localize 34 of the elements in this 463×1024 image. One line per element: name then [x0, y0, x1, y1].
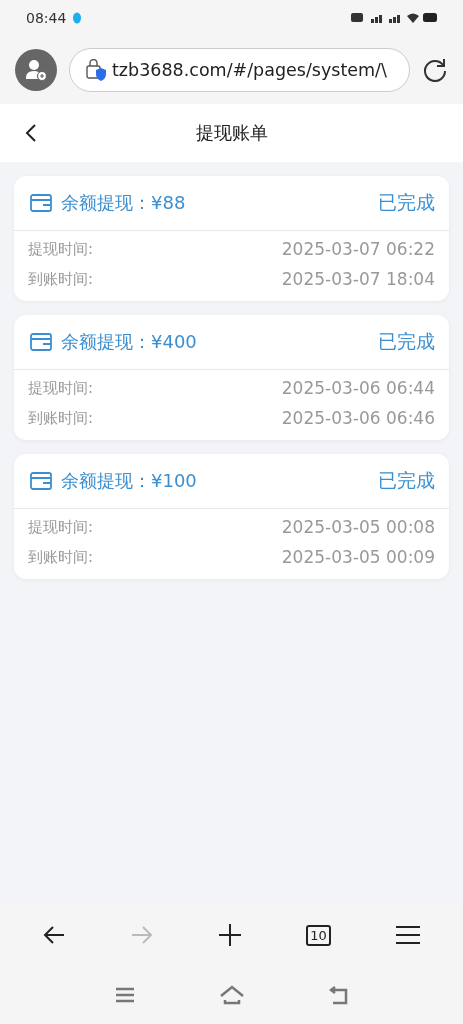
signal-icon — [351, 12, 437, 24]
time-value: 2025-03-05 00:09 — [281, 547, 435, 567]
time-label: 到账时间: — [28, 269, 94, 289]
status-label: 已完成 — [378, 190, 435, 215]
withdrawal-title: 余额提现：¥400 — [61, 330, 198, 354]
page-title: 提现账单 — [195, 121, 268, 145]
time-label: 提现时间: — [28, 239, 94, 259]
time-value: 2025-03-06 06:46 — [281, 408, 435, 428]
time-value: 2025-03-05 00:08 — [281, 517, 435, 537]
lock-shield-icon — [86, 59, 106, 81]
time-label: 到账时间: — [28, 547, 94, 567]
time-label: 提现时间: — [28, 517, 94, 537]
plus-icon[interactable] — [218, 923, 243, 947]
time-label: 提现时间: — [28, 378, 94, 398]
status-label: 已完成 — [378, 468, 435, 493]
address-field[interactable]: tzb3688.com/#/pages/system/\ — [69, 48, 410, 92]
wallet-icon — [30, 194, 52, 212]
home-icon[interactable] — [218, 985, 245, 1005]
return-icon[interactable] — [328, 985, 349, 1005]
time-value: 2025-03-07 06:22 — [281, 239, 435, 259]
time-value: 2025-03-06 06:44 — [281, 378, 435, 398]
wallet-icon — [30, 472, 52, 490]
clock: 08:44 — [26, 10, 67, 26]
status-label: 已完成 — [378, 329, 435, 354]
wallet-icon — [30, 333, 52, 351]
reload-icon[interactable] — [422, 57, 448, 83]
back-icon[interactable] — [24, 123, 38, 143]
user-add-icon[interactable] — [15, 49, 57, 91]
time-value: 2025-03-07 18:04 — [281, 269, 435, 289]
time-label: 到账时间: — [28, 408, 94, 428]
withdrawal-title: 余额提现：¥88 — [61, 191, 187, 215]
menu-icon[interactable] — [394, 924, 421, 946]
tab-count-button[interactable]: 10 — [306, 924, 331, 946]
withdrawal-title: 余额提现：¥100 — [61, 469, 198, 493]
